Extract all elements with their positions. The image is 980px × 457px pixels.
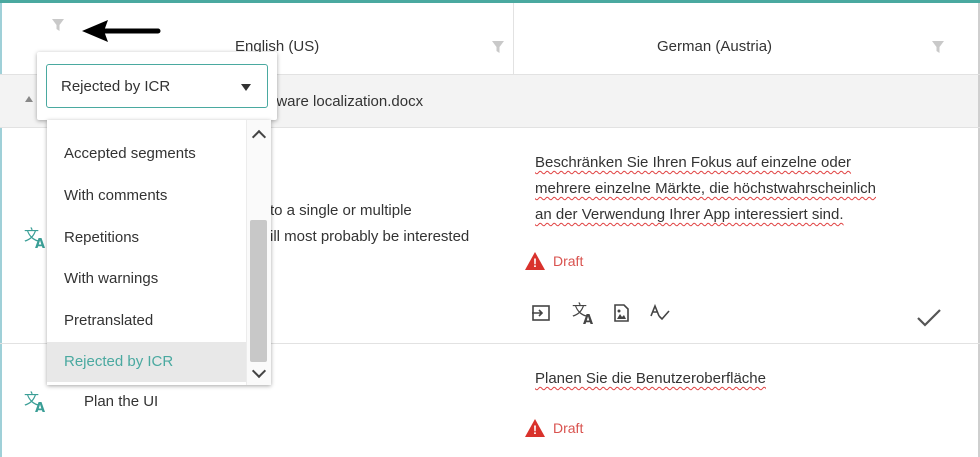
source-column-filter-icon[interactable] [491,40,505,54]
file-name: ftware localization.docx [268,93,424,110]
collapse-file-icon[interactable] [25,96,33,102]
column-divider [513,3,514,75]
scroll-thumb[interactable] [250,220,267,362]
segment-2-target-line-1: Planen Sie die Benutzeroberfläche [535,370,766,387]
translate-icon: 文 A [23,388,49,416]
filter-select[interactable]: Rejected by ICR [46,64,268,108]
svg-text:A: A [35,401,45,414]
segment-1-source-line-1[interactable]: to a single or multiple [270,198,412,224]
insert-source-icon[interactable] [530,302,552,324]
arrow-left-icon [80,18,162,49]
chevron-down-icon [241,84,251,91]
warning-icon: ! [525,419,545,437]
segment-1-status-label: Draft [553,253,584,269]
filter-option-accepted-segments[interactable]: Accepted segments [47,134,247,174]
segment-1-target-line-3: an der Verwendung Ihrer App interessiert… [535,206,844,223]
svg-text:A: A [35,237,45,250]
target-column-filter-icon[interactable] [931,40,945,54]
filter-option-repetitions[interactable]: Repetitions [47,218,247,258]
filter-select-value: Rejected by ICR [61,78,171,95]
segment-2-status-label: Draft [553,420,584,436]
checkmark-icon[interactable] [916,308,942,333]
svg-text:A: A [583,313,593,326]
filter-option-rejected-by-icr[interactable]: Rejected by ICR [47,342,247,382]
filter-icon[interactable] [51,18,65,32]
segment-1-status: ! Draft [525,252,583,270]
scroll-up-icon[interactable] [251,129,267,145]
segment-1-target-line-2: mehrere einzelne Märkte, die höchstwahrs… [535,180,877,197]
filter-option-with-warnings[interactable]: With warnings [47,259,247,299]
target-column-header[interactable]: German (Austria) [657,38,772,55]
translate-icon: 文 A [23,224,49,252]
options-scrollbar[interactable] [246,120,271,385]
filter-options-list[interactable]: Accepted segments With comments Repetiti… [47,120,271,385]
segment-1-target[interactable]: Beschränken Sie Ihren Fokus auf einzelne… [535,150,935,228]
segment-2-target[interactable]: Planen Sie die Benutzeroberfläche [535,366,935,392]
filter-option-pretranslated[interactable]: Pretranslated [47,301,247,341]
segment-1-target-line-1: Beschränken Sie Ihren Fokus auf einzelne… [535,154,852,171]
segment-2-source[interactable]: Plan the UI [84,389,158,415]
segment-2-status: ! Draft [525,419,583,437]
warning-icon: ! [525,252,545,270]
left-window-edge [0,3,2,457]
scroll-down-icon[interactable] [251,363,267,379]
segment-1-source-line-2[interactable]: ill most probably be interested [270,224,469,250]
filter-option-with-comments[interactable]: With comments [47,176,247,216]
spellcheck-icon[interactable] [649,302,671,324]
image-icon[interactable] [611,303,633,325]
machine-translate-icon[interactable]: 文 A [572,300,594,328]
top-accent-bar [0,0,980,3]
